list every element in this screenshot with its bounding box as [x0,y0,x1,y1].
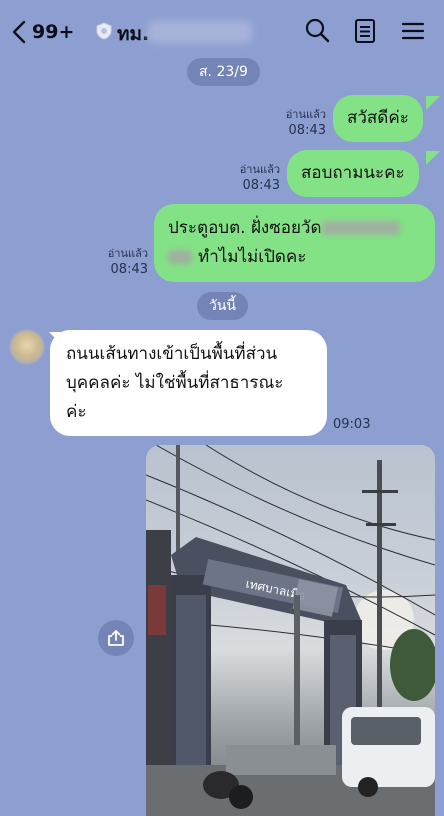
unread-count: 99+ [32,21,75,43]
message-text: สอบถามนะคะ [301,163,405,183]
chat-header: 99+ ทม. [0,0,444,62]
message-time: 09:03 [333,417,371,432]
bubble-tail [426,96,440,110]
search-icon [305,18,330,43]
message-bubble-outgoing[interactable]: สอบถามนะคะ [287,150,419,197]
back-chevron-icon [12,20,26,44]
redacted-text [321,221,400,235]
message-time: 08:43 [288,123,326,138]
date-divider: ส. 23/9 [187,58,260,86]
notes-button[interactable] [350,16,380,46]
back-button[interactable]: 99+ [12,18,74,46]
menu-icon [401,22,425,40]
read-receipt: อ่านแล้ว [285,108,326,121]
message-meta: อ่านแล้ว 08:43 [84,246,148,278]
message-meta: อ่านแล้ว 08:43 [216,162,280,194]
message-text-line: ประตูอบต. ฝั่งซอยวัด [168,218,322,238]
message-bubble-outgoing[interactable]: ประตูอบต. ฝั่งซอยวัด ทำไมไม่เปิดคะ [154,204,435,282]
search-button[interactable] [302,16,332,46]
contact-avatar[interactable] [10,330,44,364]
read-receipt: อ่านแล้ว [107,247,148,260]
date-divider: วันนี้ [197,292,249,320]
message-text: สวัสดีค่ะ [347,108,409,128]
read-receipt: อ่านแล้ว [239,163,280,176]
message-time: 08:43 [110,262,148,277]
message-text-line: ถนนเส้นทางเข้าเป็นพื้นที่ส่วน [66,344,278,364]
message-text-line: ค่ะ [66,402,87,422]
share-icon [108,630,124,646]
bubble-tail [426,151,440,165]
photo-message[interactable]: เทศบาลเมือ [146,445,435,816]
message-time: 08:43 [242,178,280,193]
verified-shield-icon [96,22,112,40]
notes-icon [355,19,375,43]
message-text-line: บุคคลค่ะ ไม่ใช่พื้นที่สาธารณะ [66,373,284,393]
menu-button[interactable] [398,16,428,46]
chat-title-redacted [148,21,252,43]
message-bubble-outgoing[interactable]: สวัสดีค่ะ [333,95,423,142]
redacted-text [168,250,192,264]
share-button[interactable] [98,620,134,656]
chat-title[interactable]: ทม. [117,19,149,49]
message-text-line: ทำไมไม่เปิดคะ [198,247,307,267]
message-bubble-incoming[interactable]: ถนนเส้นทางเข้าเป็นพื้นที่ส่วน บุคคลค่ะ ไ… [50,330,327,436]
message-meta: อ่านแล้ว 08:43 [262,107,326,139]
gate-photo: เทศบาลเมือ [146,445,435,816]
